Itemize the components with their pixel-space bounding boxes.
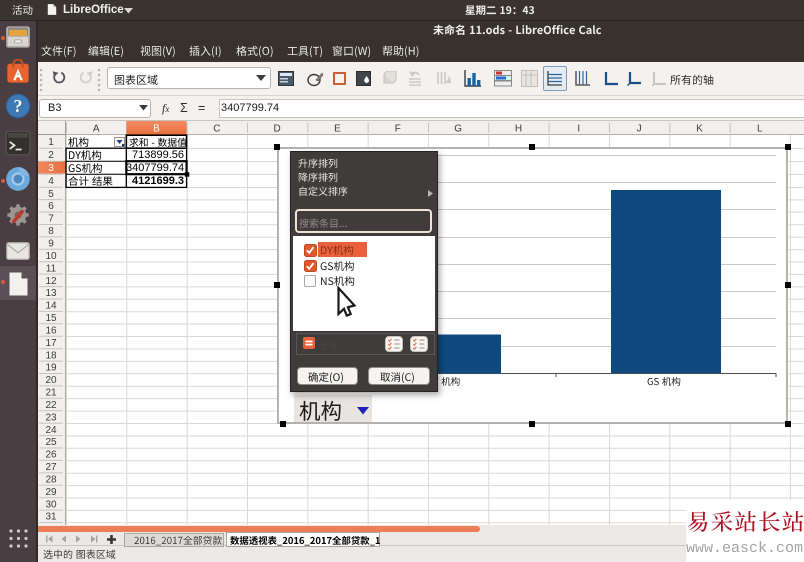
svg-text:29: 29 — [45, 487, 57, 498]
svg-text:7: 7 — [48, 214, 54, 225]
svg-text:18: 18 — [45, 350, 57, 361]
svg-text:1: 1 — [48, 137, 54, 148]
svg-text:15: 15 — [45, 313, 57, 324]
svg-text:D: D — [274, 124, 281, 135]
svg-text:3: 3 — [48, 163, 54, 174]
svg-text:13: 13 — [45, 288, 57, 299]
svg-text:C: C — [213, 124, 220, 135]
svg-text:8: 8 — [48, 226, 54, 237]
svg-text:10: 10 — [45, 251, 57, 262]
svg-text:H: H — [515, 124, 522, 135]
svg-text:24: 24 — [45, 425, 57, 436]
svg-text:16: 16 — [45, 325, 57, 336]
svg-text:28: 28 — [45, 475, 57, 486]
svg-text:4: 4 — [48, 176, 54, 187]
svg-text:27: 27 — [45, 462, 57, 473]
svg-text:11: 11 — [46, 263, 57, 274]
svg-text:20: 20 — [45, 375, 57, 386]
svg-text:F: F — [395, 124, 401, 135]
svg-text:31: 31 — [45, 512, 57, 523]
svg-text:14: 14 — [45, 301, 57, 312]
svg-text:22: 22 — [45, 400, 57, 411]
svg-text:26: 26 — [45, 450, 57, 461]
svg-text:6: 6 — [48, 201, 54, 212]
svg-text:19: 19 — [45, 363, 57, 374]
svg-text:17: 17 — [45, 338, 57, 349]
svg-text:K: K — [696, 124, 703, 135]
svg-text:G: G — [454, 124, 462, 135]
svg-text:5: 5 — [48, 189, 54, 200]
svg-text:23: 23 — [45, 412, 57, 423]
svg-text:J: J — [637, 124, 642, 135]
svg-text:30: 30 — [45, 499, 57, 510]
svg-text:L: L — [757, 124, 763, 135]
svg-text:E: E — [334, 124, 341, 135]
svg-text:9: 9 — [48, 239, 54, 250]
svg-text:I: I — [577, 124, 580, 135]
svg-text:12: 12 — [45, 276, 57, 287]
svg-text:21: 21 — [45, 388, 57, 399]
svg-text:?: ? — [14, 96, 23, 116]
svg-text:2: 2 — [48, 150, 54, 161]
svg-text:25: 25 — [45, 437, 57, 448]
